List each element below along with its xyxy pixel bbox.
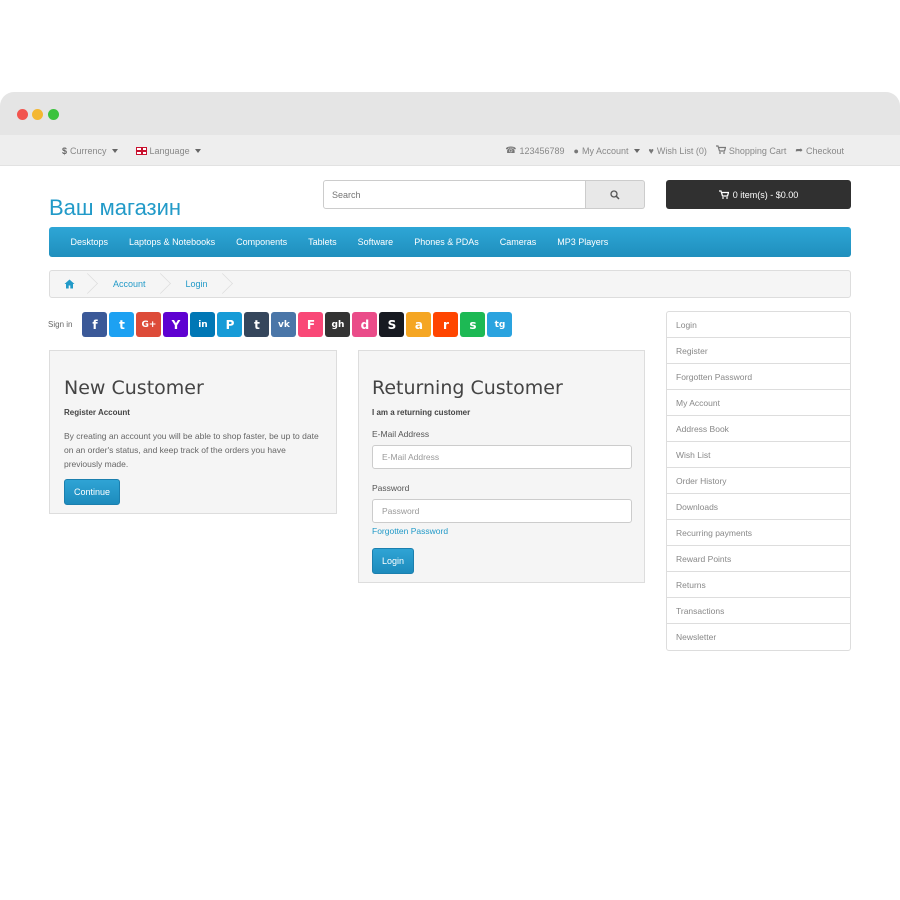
steam-icon[interactable]: S [379, 312, 405, 337]
browser-window: $ Currency Language ☎ 123456789 ● My Acc… [0, 92, 900, 900]
cart-icon [715, 145, 727, 156]
breadcrumb-account[interactable]: Account [93, 271, 166, 297]
twitter-icon[interactable]: t [109, 312, 135, 337]
caret-down-icon [194, 148, 201, 153]
github-icon[interactable]: gh [325, 312, 351, 337]
breadcrumb-login[interactable]: Login [166, 271, 228, 297]
sidebar-item-my-account[interactable]: My Account [667, 390, 850, 416]
sidebar-item-order-history[interactable]: Order History [667, 468, 850, 494]
sidebar-item-register[interactable]: Register [667, 338, 850, 364]
password-label: Password [372, 483, 410, 493]
paypal-icon[interactable]: P [217, 312, 243, 337]
home-icon [64, 279, 75, 289]
breadcrumb: Account Login [49, 270, 851, 298]
menu-item-components[interactable]: Components [226, 237, 298, 247]
checkout-link[interactable]: ➦ Checkout [795, 145, 844, 156]
register-account-subtitle: Register Account [64, 408, 130, 417]
facebook-icon[interactable]: f [82, 312, 108, 337]
continue-button[interactable]: Continue [64, 479, 121, 505]
sidebar-item-recurring-payments[interactable]: Recurring payments [667, 520, 850, 546]
menu-item-cameras[interactable]: Cameras [489, 237, 547, 247]
close-window-icon[interactable] [17, 109, 28, 120]
breadcrumb-home[interactable] [50, 271, 93, 297]
cart-button[interactable]: 0 item(s) - $0.00 [666, 180, 851, 209]
vk-icon[interactable]: vk [271, 312, 297, 337]
language-label: Language [149, 145, 190, 156]
new-customer-title: New Customer [64, 377, 204, 399]
sidebar-item-wish-list[interactable]: Wish List [667, 442, 850, 468]
yahoo-icon[interactable]: Y [163, 312, 189, 337]
returning-customer-subtitle: I am a returning customer [372, 408, 471, 417]
social-icons: f t G+ Yin Pt vk Fgh d Sa r s tg [82, 312, 513, 337]
password-field[interactable]: Password [372, 499, 632, 523]
store-logo[interactable]: Ваш магазин [49, 195, 181, 221]
new-customer-text: By creating an account you will be able … [64, 431, 319, 469]
foursquare-icon[interactable]: F [298, 312, 324, 337]
phone-icon: ☎ [505, 145, 517, 155]
sidebar-item-login[interactable]: Login [667, 312, 850, 338]
currency-label: Currency [70, 145, 107, 156]
sidebar-item-transactions[interactable]: Transactions [667, 598, 850, 624]
menu-item-tablets[interactable]: Tablets [298, 237, 348, 247]
sidebar-item-returns[interactable]: Returns [667, 572, 850, 598]
heart-icon: ♥ [648, 145, 654, 156]
email-label: E-Mail Address [372, 429, 430, 439]
top-bar: $ Currency Language ☎ 123456789 ● My Acc… [0, 135, 900, 166]
account-sidebar: Login Register Forgotten Password My Accoun… [666, 311, 851, 651]
phone-number: 123456789 [519, 145, 565, 156]
browser-titlebar [0, 92, 900, 135]
main-menu: Desktops Laptops & Notebooks Components … [49, 227, 851, 257]
dribbble-icon[interactable]: d [352, 312, 378, 337]
uk-flag-icon [135, 146, 147, 155]
new-customer-panel: New Customer Register Account By creatin… [49, 350, 337, 514]
cart-total: 0 item(s) - $0.00 [732, 189, 799, 200]
tumblr-icon[interactable]: t [244, 312, 270, 337]
google-plus-icon[interactable]: G+ [136, 312, 162, 337]
sidebar-item-address-book[interactable]: Address Book [667, 416, 850, 442]
share-icon: ➦ [795, 145, 803, 155]
maximize-window-icon[interactable] [48, 109, 59, 120]
search-bar [323, 180, 645, 209]
menu-item-laptops[interactable]: Laptops & Notebooks [119, 237, 226, 247]
amazon-icon[interactable]: a [406, 312, 432, 337]
login-button[interactable]: Login [372, 548, 415, 574]
forgotten-password-link[interactable]: Forgotten Password [372, 526, 631, 536]
menu-item-desktops[interactable]: Desktops [60, 237, 119, 247]
email-field[interactable]: E-Mail Address [372, 445, 632, 469]
spotify-icon[interactable]: s [460, 312, 486, 337]
cart-icon [718, 190, 729, 199]
caret-down-icon [633, 148, 640, 153]
search-icon [610, 189, 620, 200]
reddit-icon[interactable]: r [433, 312, 459, 337]
dollar-icon: $ [62, 145, 68, 156]
menu-item-software[interactable]: Software [347, 237, 404, 247]
sidebar-item-downloads[interactable]: Downloads [667, 494, 850, 520]
sidebar-item-forgotten-password[interactable]: Forgotten Password [667, 364, 850, 390]
sidebar-item-reward-points[interactable]: Reward Points [667, 546, 850, 572]
my-account-dropdown[interactable]: ● My Account [574, 146, 640, 156]
shopping-cart-link[interactable]: Shopping Cart [715, 145, 787, 156]
linkedin-icon[interactable]: in [190, 312, 216, 337]
currency-dropdown[interactable]: $ Currency [62, 146, 118, 156]
my-account-label: My Account [581, 145, 629, 156]
menu-item-mp3[interactable]: MP3 Players [547, 237, 619, 247]
wishlist-link[interactable]: ♥ Wish List (0) [649, 146, 707, 156]
signin-label: Sign in [48, 320, 73, 329]
user-icon: ● [573, 145, 579, 156]
search-button[interactable] [586, 180, 645, 209]
shopping-cart-label: Shopping Cart [728, 145, 787, 156]
wishlist-label: Wish List (0) [656, 145, 707, 156]
sidebar-item-newsletter[interactable]: Newsletter [667, 624, 850, 650]
caret-down-icon [111, 148, 118, 153]
menu-item-phones[interactable]: Phones & PDAs [404, 237, 490, 247]
phone-link[interactable]: ☎ 123456789 [505, 145, 564, 156]
telegram-icon[interactable]: tg [487, 312, 513, 337]
search-input[interactable] [323, 180, 586, 209]
language-dropdown[interactable]: Language [135, 145, 201, 156]
social-signin: Sign in f t G+ Yin Pt vk Fgh d Sa r s tg [48, 312, 513, 337]
returning-customer-title: Returning Customer [372, 377, 563, 399]
checkout-label: Checkout [805, 145, 844, 156]
returning-customer-panel: Returning Customer I am a returning cust… [358, 350, 645, 583]
minimize-window-icon[interactable] [32, 109, 43, 120]
